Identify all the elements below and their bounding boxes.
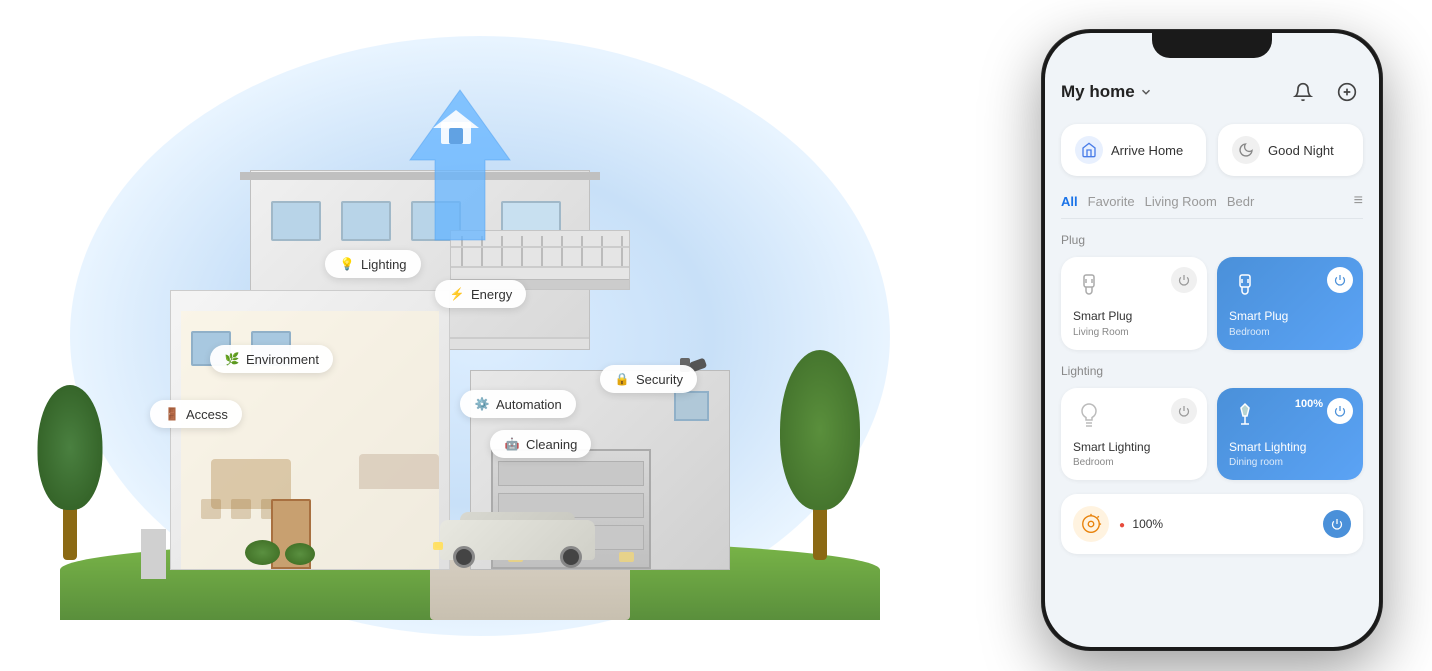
tree-right bbox=[780, 360, 860, 560]
environment-icon: 🌿 bbox=[224, 351, 240, 367]
vacuum-name: ● 100% bbox=[1119, 517, 1313, 531]
add-button[interactable] bbox=[1331, 76, 1363, 108]
robotic-vacuum-card[interactable]: ● 100% bbox=[1061, 494, 1363, 554]
arrive-home-icon bbox=[1075, 136, 1103, 164]
phone-screen: My home bbox=[1045, 33, 1379, 647]
vacuum-power-button[interactable] bbox=[1323, 510, 1351, 538]
label-cleaning[interactable]: 🤖 Cleaning bbox=[490, 430, 591, 458]
tree-left bbox=[40, 410, 100, 560]
building-left bbox=[170, 290, 450, 570]
plug-bedroom-power-button[interactable] bbox=[1327, 267, 1353, 293]
tab-living-room[interactable]: Living Room bbox=[1145, 194, 1227, 209]
label-environment[interactable]: 🌿 Environment bbox=[210, 345, 333, 373]
tab-bar: All Favorite Living Room Bedr ≡ bbox=[1061, 192, 1363, 219]
arrive-home-button[interactable]: Arrive Home bbox=[1061, 124, 1206, 176]
lighting-dining-power-button[interactable] bbox=[1327, 398, 1353, 424]
lighting-brightness: 100% bbox=[1295, 398, 1323, 410]
label-security[interactable]: 🔒 Security bbox=[600, 365, 697, 393]
car bbox=[435, 507, 600, 572]
automation-icon: ⚙️ bbox=[474, 396, 490, 412]
tab-more-icon[interactable]: ≡ bbox=[1354, 192, 1363, 210]
good-night-label: Good Night bbox=[1268, 143, 1334, 158]
app-content: My home bbox=[1045, 33, 1379, 647]
plug-icon bbox=[1073, 269, 1105, 301]
plug-living-room-power-button[interactable] bbox=[1171, 267, 1197, 293]
vacuum-info: ● 100% bbox=[1119, 517, 1313, 531]
chevron-down-icon bbox=[1139, 85, 1153, 99]
lighting-icon: 💡 bbox=[339, 256, 355, 272]
tab-bedroom[interactable]: Bedr bbox=[1227, 194, 1264, 209]
app-header: My home bbox=[1061, 68, 1363, 124]
bell-icon bbox=[1293, 82, 1313, 102]
plug-living-room-room: Living Room bbox=[1073, 327, 1195, 338]
plug-bedroom-room: Bedroom bbox=[1229, 327, 1351, 338]
vacuum-power-icon bbox=[1331, 518, 1343, 530]
security-icon: 🔒 bbox=[614, 371, 630, 387]
lighting-dining-name: Smart Lighting bbox=[1229, 440, 1351, 456]
bulb-icon bbox=[1073, 400, 1105, 432]
lighting-section-label: Lighting bbox=[1061, 364, 1363, 378]
plug-device-grid: Smart Plug Living Room bbox=[1061, 257, 1363, 350]
lighting-bedroom-name: Smart Lighting bbox=[1073, 440, 1195, 456]
smart-plug-bedroom-card[interactable]: Smart Plug Bedroom bbox=[1217, 257, 1363, 350]
house-illustration: 💡 Lighting ⚡ Energy 🌿 Environment 🔒 Secu… bbox=[20, 80, 900, 640]
tab-all[interactable]: All bbox=[1061, 194, 1088, 209]
label-access[interactable]: 🚪 Access bbox=[150, 400, 242, 428]
label-lighting[interactable]: 💡 Lighting bbox=[325, 250, 421, 278]
vacuum-icon-wrap bbox=[1073, 506, 1109, 542]
plug-living-room-name: Smart Plug bbox=[1073, 309, 1195, 325]
arrive-home-label: Arrive Home bbox=[1111, 143, 1183, 158]
cleaning-icon: 🤖 bbox=[504, 436, 520, 452]
smart-home-arrow bbox=[395, 80, 525, 275]
access-icon: 🚪 bbox=[164, 406, 180, 422]
phone-frame: My home bbox=[1042, 30, 1382, 650]
phone-notch bbox=[1152, 30, 1272, 58]
plug-bedroom-name: Smart Plug bbox=[1229, 309, 1351, 325]
good-night-button[interactable]: Good Night bbox=[1218, 124, 1363, 176]
smart-lighting-dining-card[interactable]: 100% bbox=[1217, 388, 1363, 481]
phone-container: My home bbox=[1022, 30, 1402, 660]
smart-lighting-bedroom-card[interactable]: Smart Lighting Bedroom bbox=[1061, 388, 1207, 481]
plug-bedroom-icon bbox=[1229, 269, 1261, 301]
header-icons bbox=[1287, 76, 1363, 108]
good-night-icon bbox=[1232, 136, 1260, 164]
label-automation[interactable]: ⚙️ Automation bbox=[460, 390, 576, 418]
label-energy[interactable]: ⚡ Energy bbox=[435, 280, 526, 308]
tab-favorite[interactable]: Favorite bbox=[1088, 194, 1145, 209]
home-title-group[interactable]: My home bbox=[1061, 82, 1153, 102]
notification-button[interactable] bbox=[1287, 76, 1319, 108]
home-title-text: My home bbox=[1061, 82, 1135, 102]
lighting-device-grid: Smart Lighting Bedroom 100% bbox=[1061, 388, 1363, 481]
energy-icon: ⚡ bbox=[449, 286, 465, 302]
plug-section-label: Plug bbox=[1061, 233, 1363, 247]
illustration-area: 💡 Lighting ⚡ Energy 🌿 Environment 🔒 Secu… bbox=[0, 0, 960, 671]
scene-row: Arrive Home Good Night bbox=[1061, 124, 1363, 176]
plus-circle-icon bbox=[1337, 82, 1357, 102]
lighting-dining-room: Dining room bbox=[1229, 457, 1351, 468]
lighting-bedroom-room: Bedroom bbox=[1073, 457, 1195, 468]
lighting-bedroom-power-button[interactable] bbox=[1171, 398, 1197, 424]
vacuum-icon bbox=[1080, 513, 1102, 535]
smart-plug-living-room-card[interactable]: Smart Plug Living Room bbox=[1061, 257, 1207, 350]
lamp-icon bbox=[1229, 400, 1261, 432]
